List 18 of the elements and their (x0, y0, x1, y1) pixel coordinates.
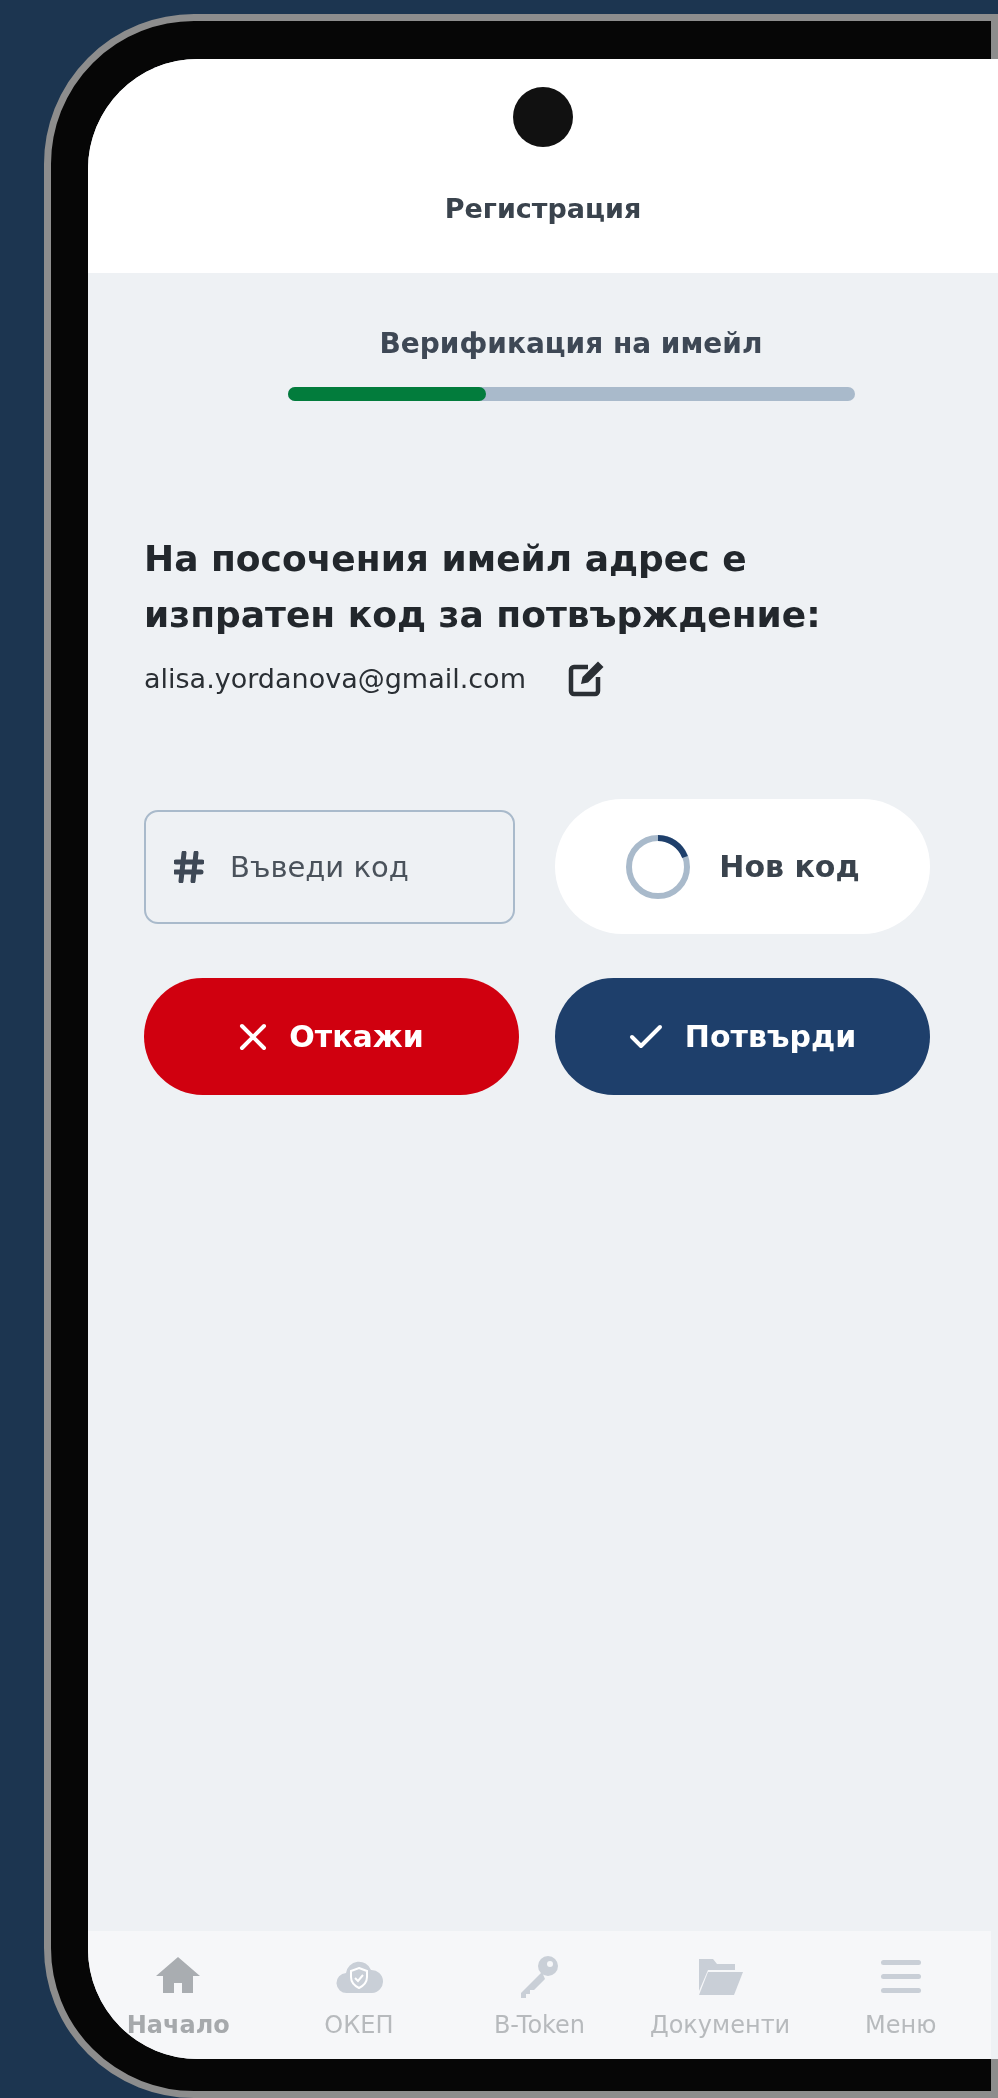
confirm-button[interactable]: Потвърди (555, 978, 930, 1096)
instruction-text: На посочения имейл адрес е изпратен код за потвърждение: (144, 537, 822, 637)
close-icon (239, 1022, 268, 1051)
nav-tab[interactable]: Документи (629, 1953, 811, 2059)
nav-tab[interactable]: Меню (810, 1953, 991, 2059)
nav-tab[interactable]: B-Token (449, 1953, 630, 2059)
spinner-icon (625, 833, 692, 900)
camera-drawing (513, 87, 573, 147)
step-title: Верификация на имейл (378, 326, 764, 362)
hash-icon (174, 850, 204, 883)
new-code-button[interactable]: Нов код (555, 799, 930, 935)
check-icon (628, 1023, 663, 1050)
nav-tab[interactable]: ОКЕП (268, 1953, 450, 2059)
cancel-button[interactable]: Откажи (144, 978, 519, 1096)
nav-tab[interactable]: Начало (88, 1953, 269, 2059)
code-field[interactable]: Въведи код (144, 809, 515, 924)
email-address: alisa.yordanova@gmail.com (144, 661, 526, 696)
page-title: Регистрация (444, 192, 642, 226)
